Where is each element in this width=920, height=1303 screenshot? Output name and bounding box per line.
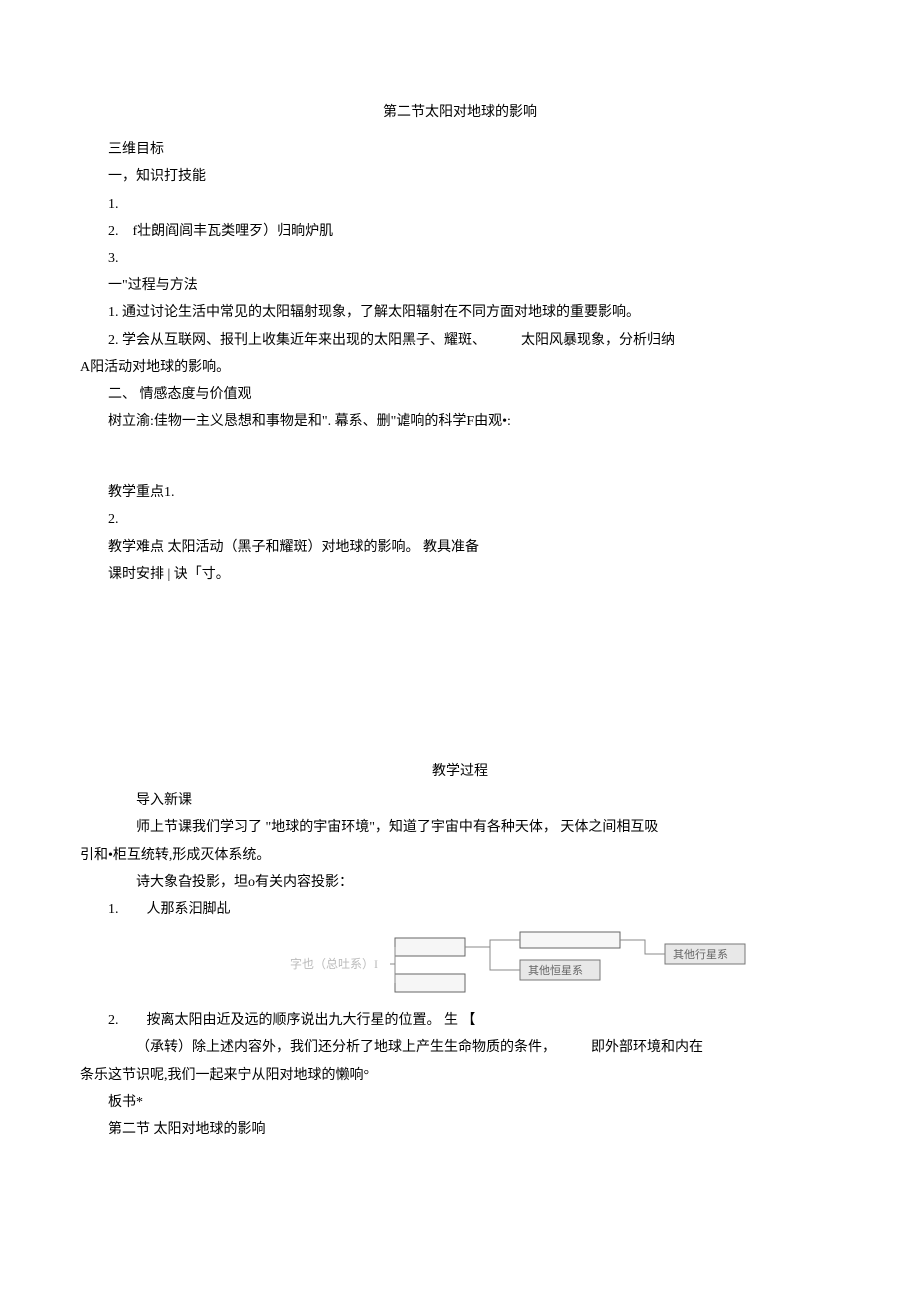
hierarchy-diagram: 字也（总吐系）I 其他恒星系 其他行星系 [200, 930, 840, 1000]
process-title: 教学过程 [80, 759, 840, 784]
board-header: 板书* [80, 1090, 840, 1115]
schedule: 课时安排 | 诀「寸。 [80, 562, 840, 587]
sec1-header: 三维目标 [80, 137, 840, 162]
intro-p2: 诗大象旮投影，坦o有关内容投影： [80, 870, 840, 895]
sec1-b1: 1. 通过讨论生活中常见的太阳辐射现象，了解太阳辐射在不同方面对地球的重要影响。 [80, 300, 840, 325]
transition-p1-cont: 条乐这节识呢,我们一起来宁从阳对地球的懒响° [80, 1063, 840, 1088]
sec1-a2: 2. f壮朗阎闾丰瓦类哩歹）归晌炉肌 [80, 219, 840, 244]
sec1-a1: 1. [80, 192, 840, 217]
intro-q2: 2. 按离太阳由近及远的顺序说出九大行星的位置。 生 【 [80, 1008, 840, 1033]
keypoint-2: 2. [80, 507, 840, 532]
doc-title: 第二节太阳对地球的影响 [80, 100, 840, 125]
sec1-a3: 3. [80, 246, 840, 271]
intro-q1: 1. 人那系汩脚乩 [80, 897, 840, 922]
transition-p1: （承转）除上述内容外，我们还分析了地球上产生生命物质的条件， 即外部环境和内在 [80, 1035, 840, 1060]
sec1-a: 一，知识打技能 [80, 164, 840, 189]
board-line: 第二节 太阳对地球的影响 [80, 1117, 840, 1142]
diagram-box1-text: 其他恒星系 [528, 964, 583, 977]
sec1-c1: 树立渝:佳物一主义恳想和事物是和". 幕系、删"谑响的科学F由观•: [80, 409, 840, 434]
sec1-c: 二、 情感态度与价值观 [80, 382, 840, 407]
diagram-box2-text: 其他行星系 [673, 948, 728, 961]
keypoint-header: 教学重点1. [80, 480, 840, 505]
intro-p1-cont: 引和•柜互统转,形成灭体系统。 [80, 843, 840, 868]
diagram-svg: 其他恒星系 其他行星系 [390, 930, 750, 1000]
diagram-left-label: 字也（总吐系）I [290, 954, 378, 976]
sec1-b2-cont: A阳活动对地球的影响。 [80, 355, 840, 380]
sec1-b: 一"过程与方法 [80, 273, 840, 298]
intro-p1: 师上节课我们学习了 "地球的宇宙环境"，知道了宇宙中有各种天体， 天体之间相互吸 [80, 815, 840, 840]
intro-header: 导入新课 [80, 788, 840, 813]
sec1-b2: 2. 学会从互联网、报刊上收集近年来出现的太阳黑子、耀斑、 太阳风暴现象，分析归… [80, 328, 840, 353]
difficulty: 教学难点 太阳活动（黑子和耀斑）对地球的影响。 教具准备 [80, 535, 840, 560]
